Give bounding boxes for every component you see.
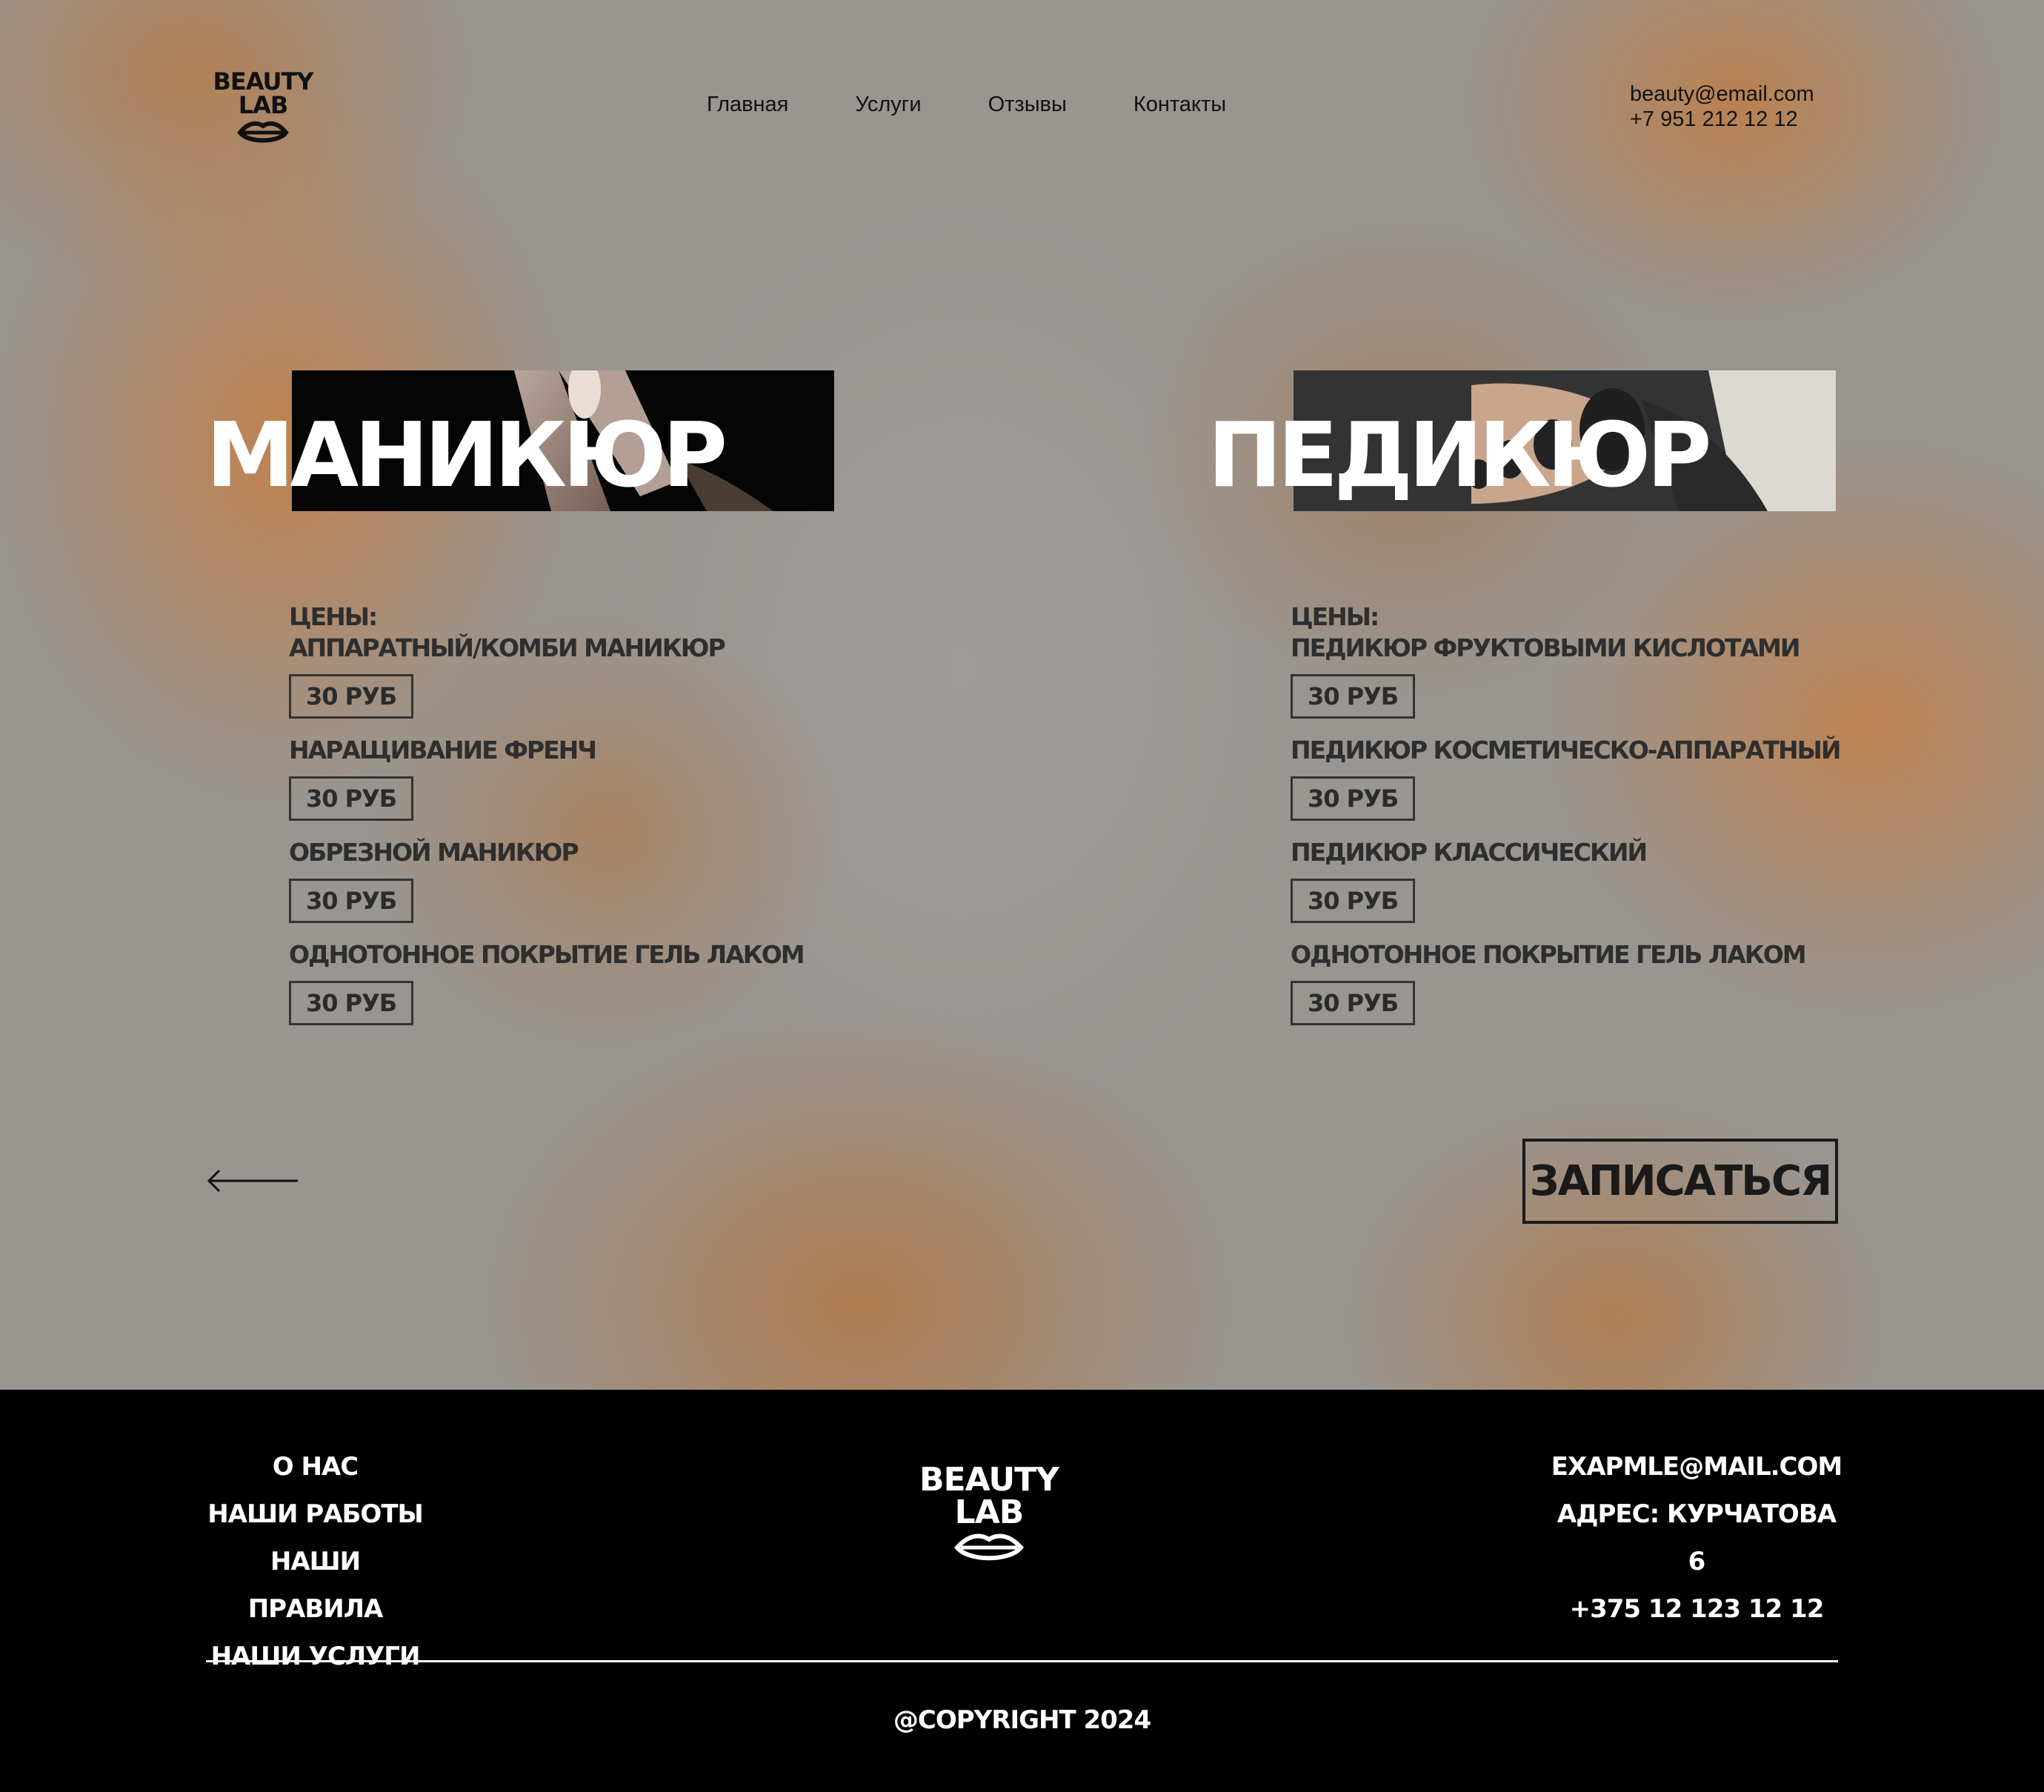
price-badge: 30 РУБ: [289, 674, 414, 719]
list-item: ОБРЕЗНОЙ МАНИКЮР 30 РУБ: [289, 837, 947, 923]
service-name: ОДНОТОННОЕ ПОКРЫТИЕ ГЕЛЬ ЛАКОМ: [289, 940, 805, 969]
header-email[interactable]: beauty@email.com: [1630, 81, 1814, 107]
nav-link-contacts[interactable]: Контакты: [1133, 93, 1226, 117]
lips-icon: [237, 121, 289, 143]
arrow-left-icon[interactable]: [206, 1168, 299, 1194]
logo-text-line2: LAB: [238, 91, 289, 119]
price-badge: 30 РУБ: [1291, 674, 1416, 719]
price-badge: 30 РУБ: [1291, 879, 1416, 923]
service-name: НАРАЩИВАНИЕ ФРЕНЧ: [289, 736, 597, 765]
footer-divider: [206, 1660, 1838, 1662]
footer-logo-line1: BEAUTY: [919, 1461, 1059, 1499]
hero-section: BEAUTY LAB Главная Услуги Отзывы Контакт…: [0, 0, 2044, 1390]
header-contacts: beauty@email.com +7 951 212 12 12: [1630, 81, 1814, 132]
nav-link-home[interactable]: Главная: [707, 93, 788, 117]
footer-links: О НАС НАШИ РАБОТЫ НАШИ ПРАВИЛА НАШИ УСЛУ…: [206, 1443, 425, 1680]
footer: О НАС НАШИ РАБОТЫ НАШИ ПРАВИЛА НАШИ УСЛУ…: [0, 1390, 2044, 1792]
price-badge: 30 РУБ: [289, 879, 414, 923]
pedicure-price-list: ЦЕНЫ: ПЕДИКЮР ФРУКТОВЫМИ КИСЛОТАМИ 30 РУ…: [1291, 602, 1948, 1025]
nav-link-reviews[interactable]: Отзывы: [988, 93, 1067, 117]
copyright: @COPYRIGHT 2024: [893, 1705, 1151, 1735]
book-appointment-button[interactable]: ЗАПИСАТЬСЯ: [1522, 1139, 1838, 1224]
footer-logo[interactable]: BEAUTY LAB: [915, 1464, 1063, 1566]
footer-phone[interactable]: +375 12 123 12 12: [1548, 1585, 1845, 1633]
list-item: ОДНОТОННОЕ ПОКРЫТИЕ ГЕЛЬ ЛАКОМ 30 РУБ: [1291, 939, 1948, 1025]
footer-email[interactable]: EXAPMLE@MAIL.COM: [1548, 1443, 1845, 1490]
manicure-banner: МАНИКЮР: [206, 370, 947, 513]
service-name: ОДНОТОННОЕ ПОКРЫТИЕ ГЕЛЬ ЛАКОМ: [1291, 940, 1807, 969]
service-name: ОБРЕЗНОЙ МАНИКЮР: [289, 838, 579, 867]
service-name: ПЕДИКЮР КОСМЕТИЧЕСКО-АППАРАТНЫЙ: [1291, 736, 1841, 765]
list-item: ОДНОТОННОЕ ПОКРЫТИЕ ГЕЛЬ ЛАКОМ 30 РУБ: [289, 939, 947, 1025]
footer-link-works[interactable]: НАШИ РАБОТЫ: [206, 1490, 425, 1538]
pedicure-prices-label: ЦЕНЫ:: [1291, 602, 1379, 631]
list-item: ПЕДИКЮР КЛАССИЧЕСКИЙ 30 РУБ: [1291, 837, 1948, 923]
footer-link-rules[interactable]: НАШИ ПРАВИЛА: [206, 1538, 425, 1633]
service-name: ПЕДИКЮР ФРУКТОВЫМИ КИСЛОТАМИ: [1291, 633, 1801, 662]
list-item: АППАРАТНЫЙ/КОМБИ МАНИКЮР 30 РУБ: [289, 633, 947, 719]
price-badge: 30 РУБ: [1291, 981, 1416, 1025]
footer-link-services[interactable]: НАШИ УСЛУГИ: [206, 1633, 425, 1680]
footer-address: АДРЕС: КУРЧАТОВА 6: [1557, 1499, 1837, 1576]
pedicure-title: ПЕДИКЮР: [1208, 404, 1712, 507]
manicure-section: МАНИКЮР ЦЕНЫ: АППАРАТНЫЙ/КОМБИ МАНИКЮР 3…: [206, 370, 947, 1042]
price-badge: 30 РУБ: [289, 776, 414, 821]
price-badge: 30 РУБ: [289, 981, 414, 1025]
service-name: ПЕДИКЮР КЛАССИЧЕСКИЙ: [1291, 838, 1648, 867]
main-nav: Главная Услуги Отзывы Контакты: [707, 93, 1226, 117]
header-phone[interactable]: +7 951 212 12 12: [1630, 107, 1814, 132]
list-item: ПЕДИКЮР ФРУКТОВЫМИ КИСЛОТАМИ 30 РУБ: [1291, 633, 1948, 719]
list-item: НАРАЩИВАНИЕ ФРЕНЧ 30 РУБ: [289, 735, 947, 821]
footer-link-about[interactable]: О НАС: [206, 1443, 425, 1490]
manicure-title: МАНИКЮР: [206, 404, 728, 507]
header-logo[interactable]: BEAUTY LAB: [207, 70, 319, 147]
price-badge: 30 РУБ: [1291, 776, 1416, 821]
footer-logo-line2: LAB: [954, 1493, 1025, 1531]
manicure-price-list: ЦЕНЫ: АППАРАТНЫЙ/КОМБИ МАНИКЮР 30 РУБ НА…: [289, 602, 947, 1025]
pedicure-banner: ПЕДИКЮР: [1208, 370, 1948, 513]
lips-icon: [954, 1533, 1024, 1561]
logo-text-line1: BEAUTY: [213, 67, 313, 96]
service-name: АППАРАТНЫЙ/КОМБИ МАНИКЮР: [289, 633, 726, 662]
pedicure-section: ПЕДИКЮР ЦЕНЫ: ПЕДИКЮР ФРУКТОВЫМИ КИСЛОТА…: [1208, 370, 1948, 1042]
list-item: ПЕДИКЮР КОСМЕТИЧЕСКО-АППАРАТНЫЙ 30 РУБ: [1291, 735, 1948, 821]
footer-contacts: EXAPMLE@MAIL.COM АДРЕС: КУРЧАТОВА 6 +375…: [1548, 1443, 1845, 1633]
manicure-prices-label: ЦЕНЫ:: [289, 602, 378, 631]
nav-link-services[interactable]: Услуги: [855, 93, 921, 117]
